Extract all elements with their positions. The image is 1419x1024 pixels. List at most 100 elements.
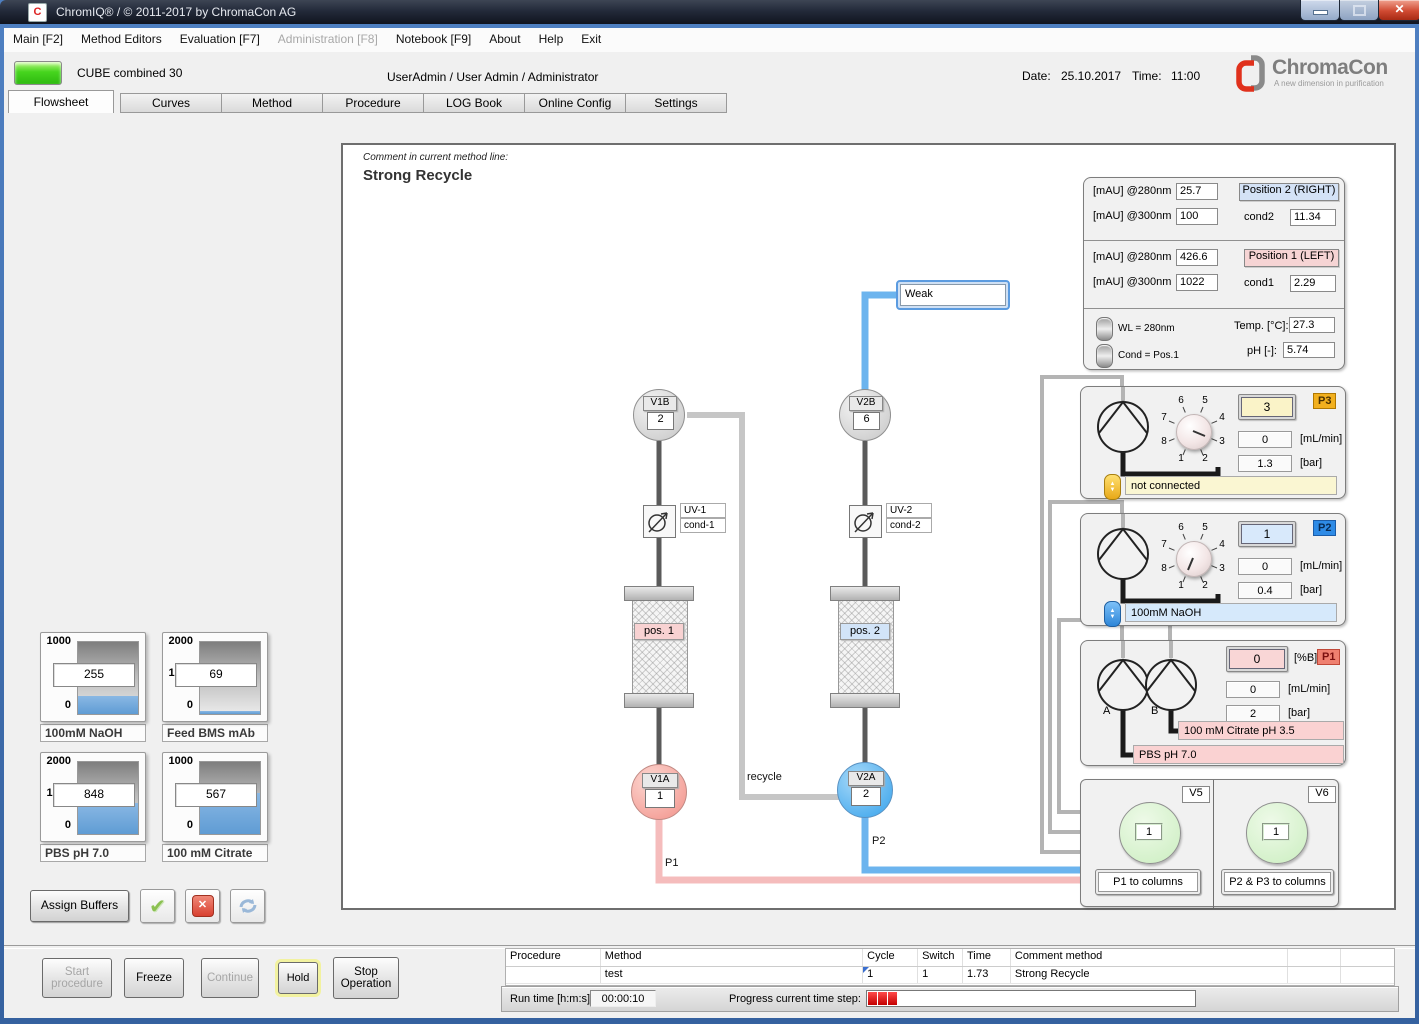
pump-p1-gradient-value[interactable]: 0 — [1229, 649, 1285, 669]
control-stop-operation[interactable]: Stop Operation — [333, 957, 399, 999]
weak-outlet-box[interactable]: Weak — [896, 280, 1010, 310]
control-freeze[interactable]: Freeze — [124, 958, 184, 998]
uv1-sensor[interactable] — [643, 505, 676, 538]
table-cell[interactable]: 1 — [863, 967, 918, 983]
mau300-right-label: [mAU] @300nm — [1093, 210, 1171, 222]
valve-v2b-position[interactable]: 6 — [853, 412, 880, 430]
gauge-fill — [78, 803, 138, 834]
pump-p2-badge: P2 — [1313, 520, 1336, 536]
valve-v5-position[interactable]: 1 — [1135, 823, 1163, 841]
pump-p3-buffer-spinner[interactable]: ▲▼ — [1104, 474, 1121, 500]
pump-p2-buffer-spinner[interactable]: ▲▼ — [1104, 601, 1121, 627]
pump-b-label: B — [1151, 705, 1158, 717]
table-cell[interactable] — [1288, 967, 1341, 983]
dial-knob[interactable] — [1176, 414, 1212, 450]
table-cell[interactable]: 1 — [918, 967, 963, 983]
tab-settings[interactable]: Settings — [625, 93, 727, 113]
maximize-button[interactable] — [1339, 0, 1379, 21]
minimize-button[interactable] — [1300, 0, 1340, 21]
dial-number: 8 — [1158, 436, 1170, 447]
valve-v5-route-label: P1 to columns — [1098, 872, 1198, 892]
table-cell[interactable]: 1.73 — [963, 967, 1011, 983]
mau280-right-value[interactable]: 25.7 — [1176, 183, 1218, 200]
column1-body[interactable] — [632, 601, 688, 693]
buffer-gauge-100-mm-citrate: 10005000567100 mM Citrate — [162, 752, 268, 862]
position1-button[interactable]: Position 1 (LEFT) — [1244, 249, 1339, 267]
pump-p2-selector-dial[interactable]: 12345678 — [1156, 521, 1230, 595]
tab-online-config[interactable]: Online Config — [524, 93, 626, 113]
valve-v6-position[interactable]: 1 — [1262, 823, 1290, 841]
valve-v1a-position[interactable]: 1 — [645, 789, 675, 808]
table-cell[interactable] — [506, 967, 601, 983]
runtime-label: Run time [h:m:s] — [510, 993, 590, 1005]
title-bar: C ChromIQ® / © 2011-2017 by ChromaCon AG… — [0, 0, 1419, 24]
pump-p1-buffer-a-label[interactable]: PBS pH 7.0 — [1133, 745, 1344, 764]
user-info: UserAdmin / User Admin / Administrator — [387, 70, 598, 84]
gauge-scale-max: 2000 — [41, 755, 71, 767]
window-title: ChromIQ® / © 2011-2017 by ChromaCon AG — [56, 0, 296, 24]
pump-p2-buffer-label[interactable]: 100mM NaOH — [1125, 603, 1337, 622]
cond-toggle[interactable] — [1096, 344, 1113, 368]
cond2-label: cond-2 — [886, 518, 932, 533]
mau300-right-value[interactable]: 100 — [1176, 208, 1218, 225]
temp-value[interactable]: 27.3 — [1289, 317, 1335, 333]
menu-item-help[interactable]: Help — [530, 28, 573, 50]
confirm-button[interactable]: ✔ — [140, 889, 175, 923]
menu-item-about[interactable]: About — [480, 28, 529, 50]
pump-p3-flow-value: 0 — [1238, 431, 1292, 448]
valve-v2a-position[interactable]: 2 — [851, 787, 881, 806]
close-button[interactable]: ✕ — [1378, 0, 1419, 21]
pump-p2-position-value[interactable]: 1 — [1241, 524, 1293, 544]
pump-p3-position-frame: 3 — [1238, 394, 1296, 420]
p2-line-label: P2 — [872, 835, 885, 847]
table-cell[interactable]: test — [601, 967, 863, 983]
table-header-row: ProcedureMethodCycleSwitchTimeComment me… — [506, 949, 1394, 967]
table-cell[interactable]: Strong Recycle — [1011, 967, 1288, 983]
valve-v6-route-button[interactable]: P2 & P3 to columns — [1221, 869, 1334, 895]
tab-curves[interactable]: Curves — [120, 93, 222, 113]
menu-item-method-editors[interactable]: Method Editors — [72, 28, 171, 50]
column2-body[interactable] — [838, 601, 894, 693]
cancel-button[interactable]: ✕ — [185, 889, 220, 923]
refresh-button[interactable] — [230, 889, 265, 923]
dial-knob[interactable] — [1176, 541, 1212, 577]
cond1-value[interactable]: 2.29 — [1290, 275, 1336, 292]
menu-item-main-f2[interactable]: Main [F2] — [4, 28, 72, 50]
pump-p1-buffer-b-label[interactable]: 100 mM Citrate pH 3.5 — [1178, 721, 1344, 740]
date-value: 25.10.2017 — [1061, 69, 1121, 83]
dial-number: 4 — [1216, 412, 1228, 423]
control-start-procedure: Start procedure — [42, 958, 112, 998]
pump-p3-buffer-label[interactable]: not connected — [1125, 476, 1337, 495]
pump-p3-selector-dial[interactable]: 12345678 — [1156, 394, 1230, 468]
pump-p3-position-value[interactable]: 3 — [1241, 397, 1293, 417]
assign-buffers-button[interactable]: Assign Buffers — [30, 890, 129, 922]
status-led — [14, 61, 62, 85]
ph-value[interactable]: 5.74 — [1283, 342, 1335, 358]
gauge-value: 567 — [175, 783, 257, 807]
gauge-scale-max: 1000 — [163, 755, 193, 767]
menu-item-exit[interactable]: Exit — [572, 28, 610, 50]
uv2-sensor[interactable] — [849, 505, 882, 538]
table-header-cell: Cycle — [863, 949, 918, 966]
control-hold[interactable]: Hold — [278, 962, 318, 994]
menu-item-notebook-f9[interactable]: Notebook [F9] — [387, 28, 480, 50]
table-cell[interactable] — [1341, 967, 1394, 983]
position2-button[interactable]: Position 2 (RIGHT) — [1239, 183, 1339, 201]
divider — [1084, 240, 1344, 241]
flow-meter-icon — [644, 506, 675, 537]
valve-v5-route-button[interactable]: P1 to columns — [1095, 869, 1201, 895]
gauge-label: 100mM NaOH — [40, 724, 146, 742]
valve-v2b-name: V2B — [849, 396, 883, 411]
table-row[interactable]: test111.73Strong Recycle — [506, 967, 1394, 984]
tab-flowsheet[interactable]: Flowsheet — [8, 90, 114, 113]
valve-v1b-position[interactable]: 2 — [647, 412, 674, 430]
mau300-left-value[interactable]: 1022 — [1176, 274, 1218, 291]
cond2-value[interactable]: 11.34 — [1290, 209, 1336, 226]
tab-method[interactable]: Method — [221, 93, 323, 113]
wavelength-toggle[interactable] — [1096, 317, 1113, 341]
mau280-left-value[interactable]: 426.6 — [1176, 249, 1218, 266]
menu-item-evaluation-f7[interactable]: Evaluation [F7] — [171, 28, 269, 50]
gradient-unit-label: [%B] — [1294, 652, 1317, 664]
tab-procedure[interactable]: Procedure — [322, 93, 424, 113]
tab-log-book[interactable]: LOG Book — [423, 93, 525, 113]
